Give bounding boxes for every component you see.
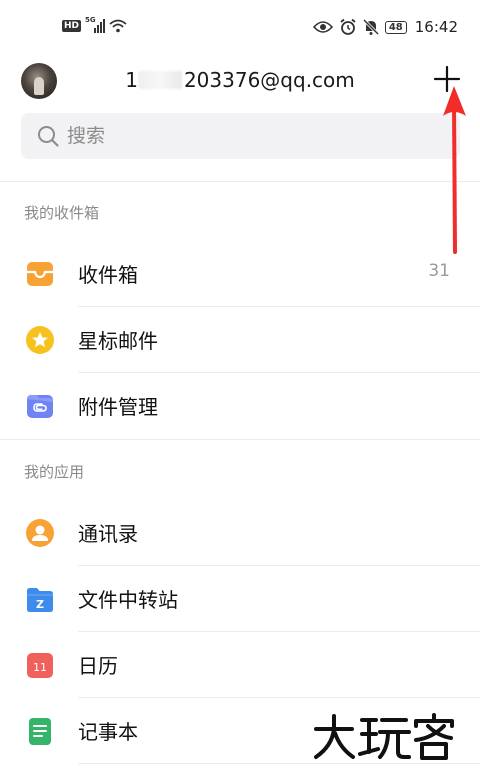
list-item-label: 附件管理	[78, 395, 158, 419]
search-icon	[38, 126, 59, 147]
wifi-icon	[109, 19, 127, 33]
calendar-badge: 11	[33, 661, 47, 674]
list-item-starred[interactable]: 星标邮件	[0, 307, 480, 373]
mute-bell-icon	[362, 18, 379, 36]
list-item-label: 文件中转站	[78, 588, 178, 612]
status-left: HD 5G	[62, 16, 127, 33]
signal-icon: 5G	[85, 16, 106, 33]
list-item-attachments[interactable]: 附件管理	[0, 373, 480, 439]
status-right: 48 16:42	[312, 18, 458, 36]
battery-indicator: 48	[384, 20, 407, 34]
account-email: 203376@qq.com	[183, 68, 355, 92]
divider	[0, 181, 480, 182]
search-bar[interactable]	[21, 113, 460, 159]
list-item-label: 记事本	[78, 720, 138, 744]
section-title-mailbox: 我的收件箱	[24, 204, 100, 222]
calendar-icon: 11	[27, 653, 53, 678]
list-item-label: 日历	[78, 654, 118, 678]
alarm-icon	[340, 18, 356, 35]
account-prefix: 1	[125, 68, 138, 92]
search-input[interactable]	[67, 113, 447, 159]
list-item-label: 星标邮件	[78, 329, 158, 353]
unread-count: 31	[428, 261, 450, 281]
list-item-contacts[interactable]: 通讯录	[0, 500, 480, 566]
masked-account-part	[137, 71, 182, 89]
notepad-icon	[29, 718, 51, 745]
divider	[0, 439, 480, 440]
section-title-apps: 我的应用	[24, 463, 85, 481]
eye-icon	[312, 21, 333, 33]
attachment-icon	[27, 395, 53, 418]
list-item-calendar[interactable]: 11 日历	[0, 632, 480, 698]
status-bar: HD 5G 48 16:42	[0, 0, 480, 58]
contacts-icon	[26, 519, 54, 547]
list-item-label: 收件箱	[78, 263, 138, 287]
list-item-inbox[interactable]: 收件箱 31	[0, 241, 480, 307]
folder-badge: Z	[36, 598, 44, 611]
header: 1 203376@qq.com	[0, 58, 480, 104]
folder-icon: Z	[27, 588, 53, 612]
account-switcher[interactable]: 1 203376@qq.com	[0, 68, 480, 92]
list-item-label: 通讯录	[78, 522, 138, 546]
add-button[interactable]	[432, 64, 462, 94]
inbox-icon	[27, 262, 53, 286]
list-item-file-transfer[interactable]: Z 文件中转站	[0, 566, 480, 632]
clock: 16:42	[414, 18, 458, 36]
star-icon	[26, 326, 54, 354]
watermark-logo	[314, 713, 454, 760]
row-divider	[78, 763, 480, 764]
hd-indicator: HD	[62, 20, 82, 32]
